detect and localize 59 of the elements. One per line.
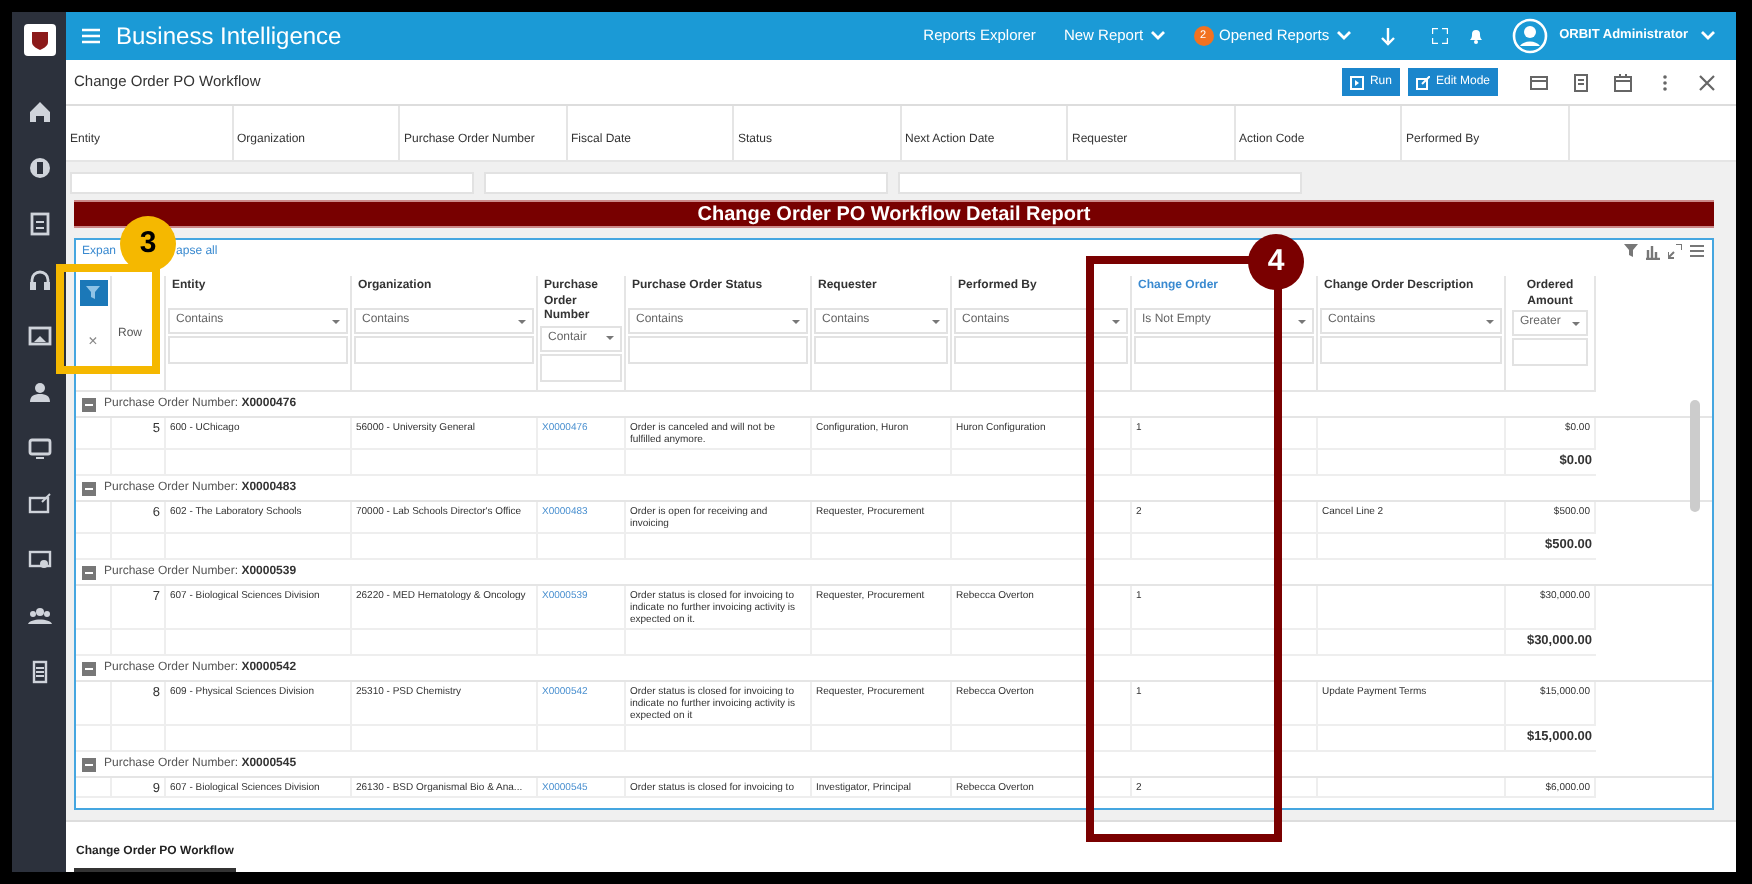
- play-icon: [1349, 75, 1364, 89]
- report-banner: Change Order PO Workflow Detail Report: [74, 200, 1714, 228]
- collapse-icon[interactable]: [82, 481, 96, 495]
- app-title: Business Intelligence: [116, 20, 342, 54]
- filter-field[interactable]: [540, 353, 622, 381]
- avatar-icon[interactable]: [1511, 18, 1548, 54]
- calendar-icon[interactable]: [1614, 73, 1632, 91]
- filter-toggle-button[interactable]: [79, 280, 107, 306]
- caret-icon: [932, 319, 940, 323]
- card-icon[interactable]: [27, 492, 51, 516]
- close-icon[interactable]: [1698, 73, 1716, 91]
- filter-field[interactable]: [168, 336, 348, 364]
- caret-icon: [1298, 319, 1306, 323]
- download-arrow-icon[interactable]: [1379, 27, 1396, 45]
- home-icon[interactable]: [27, 100, 51, 124]
- clear-filter-button[interactable]: ×: [88, 330, 98, 354]
- edit-icon: [1415, 75, 1430, 89]
- caret-icon: [1486, 319, 1494, 323]
- headphones-icon[interactable]: [27, 268, 51, 292]
- collapse-icon[interactable]: [82, 661, 96, 675]
- group-icon[interactable]: [27, 604, 51, 628]
- expand-icon[interactable]: [1668, 244, 1682, 260]
- collapse-icon[interactable]: [82, 565, 96, 579]
- filter-field[interactable]: [954, 336, 1128, 364]
- filter-field[interactable]: [1512, 338, 1588, 366]
- caret-icon: [1572, 321, 1580, 325]
- filter-icon[interactable]: [1624, 244, 1638, 260]
- caret-icon: [1149, 30, 1166, 42]
- filter-icon: [86, 286, 100, 300]
- caret-icon: [332, 319, 340, 323]
- bell-icon[interactable]: [1467, 28, 1484, 44]
- card-icon[interactable]: [1530, 73, 1548, 91]
- caret-icon: [1335, 30, 1352, 42]
- scrollbar: [1690, 400, 1700, 512]
- parameter-field[interactable]: [70, 171, 474, 193]
- filter-field[interactable]: [354, 336, 534, 364]
- caret-icon: [792, 319, 800, 323]
- caret-icon: [606, 336, 614, 340]
- parameter-field[interactable]: [898, 171, 1302, 193]
- menu-icon[interactable]: [1690, 244, 1704, 260]
- person-icon[interactable]: [27, 380, 51, 404]
- filter-field[interactable]: [814, 336, 948, 364]
- fullscreen-icon[interactable]: [1431, 28, 1448, 44]
- bar-chart-icon[interactable]: [1646, 244, 1660, 260]
- image-icon[interactable]: [27, 324, 51, 348]
- collapse-icon[interactable]: [82, 757, 96, 771]
- collapse-icon[interactable]: [82, 397, 96, 411]
- monitor-icon[interactable]: [27, 436, 51, 460]
- document-icon[interactable]: [1572, 73, 1590, 91]
- filter-field[interactable]: [1320, 336, 1502, 364]
- caret-icon: [518, 319, 526, 323]
- shield-icon: [29, 29, 49, 51]
- server-icon[interactable]: [27, 660, 51, 684]
- screen-gear-icon[interactable]: [27, 548, 51, 572]
- parameter-field[interactable]: [484, 171, 888, 193]
- filter-field[interactable]: [628, 336, 808, 364]
- caret-icon: [1112, 319, 1120, 323]
- caret-icon: [1700, 30, 1716, 42]
- filter-field[interactable]: [1134, 336, 1314, 364]
